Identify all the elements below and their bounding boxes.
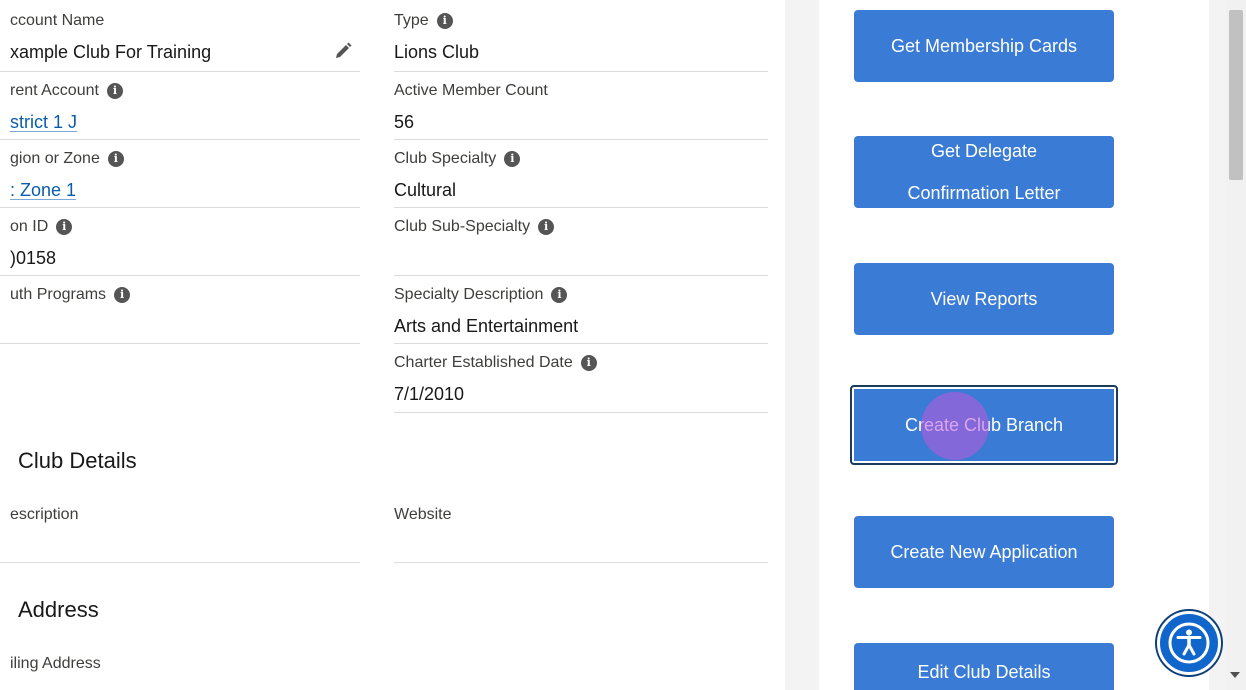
accessibility-button[interactable]: [1157, 611, 1221, 675]
info-icon[interactable]: i: [107, 151, 124, 167]
field-type: Type i Lions Club: [394, 0, 768, 72]
label-region-zone: gion or Zone i: [10, 150, 124, 168]
field-lion-id: on ID i )0158: [0, 208, 360, 276]
field-club-sub-specialty: Club Sub-Specialty i: [394, 208, 768, 276]
label-mailing-address: iling Address: [10, 655, 101, 672]
info-icon[interactable]: i: [538, 219, 555, 235]
field-website: Website: [394, 496, 768, 563]
scrollbar-thumb[interactable]: [1229, 10, 1243, 180]
field-charter-date: Charter Established Date i 7/1/2010: [394, 344, 768, 413]
info-icon[interactable]: i: [114, 287, 131, 303]
label-club-sub-specialty: Club Sub-Specialty i: [394, 218, 555, 236]
label-charter-date: Charter Established Date i: [394, 354, 597, 372]
label-account-name: ccount Name: [10, 12, 105, 29]
field-region-zone: gion or Zone i : Zone 1: [0, 140, 360, 208]
label-parent-account: rent Account i: [10, 82, 123, 100]
label-club-specialty: Club Specialty i: [394, 150, 521, 168]
field-mailing-address: iling Address: [0, 645, 360, 690]
panel-divider: [785, 0, 819, 690]
label-lion-id: on ID i: [10, 218, 73, 236]
field-account-name: ccount Name xample Club For Training: [0, 0, 360, 72]
info-icon[interactable]: i: [504, 151, 521, 167]
field-parent-account: rent Account i strict 1 J: [0, 72, 360, 140]
info-icon[interactable]: i: [436, 13, 453, 29]
section-title-club-details[interactable]: Club Details: [18, 448, 137, 474]
scroll-down-arrow-icon[interactable]: [1230, 672, 1240, 678]
info-icon[interactable]: i: [551, 287, 568, 303]
pencil-icon[interactable]: [334, 42, 352, 60]
value-active-member-count: 56: [394, 112, 415, 132]
field-specialty-description: Specialty Description i Arts and Entertai…: [394, 276, 768, 344]
link-parent-account[interactable]: strict 1 J: [10, 112, 77, 133]
label-active-member-count: Active Member Count: [394, 82, 548, 99]
edit-club-details-button[interactable]: Edit Club Details: [854, 643, 1114, 690]
value-specialty-description: Arts and Entertainment: [394, 316, 579, 336]
label-youth-programs: uth Programs i: [10, 286, 131, 304]
info-icon[interactable]: i: [106, 83, 123, 99]
info-icon[interactable]: i: [56, 219, 73, 235]
get-membership-cards-button[interactable]: Get Membership Cards: [854, 10, 1114, 82]
record-details-panel: ccount Name xample Club For Training ren…: [0, 0, 785, 690]
value-type: Lions Club: [394, 42, 480, 62]
label-specialty-description: Specialty Description i: [394, 286, 568, 304]
field-club-specialty: Club Specialty i Cultural: [394, 140, 768, 208]
value-charter-date: 7/1/2010: [394, 384, 465, 404]
label-website: Website: [394, 506, 452, 523]
field-description: escription: [0, 496, 360, 563]
value-lion-id: )0158: [10, 248, 57, 268]
panel-gutter: [1209, 0, 1226, 690]
accessibility-icon: [1168, 622, 1210, 664]
section-title-address[interactable]: Address: [18, 597, 99, 623]
info-icon[interactable]: i: [580, 355, 597, 371]
field-active-member-count: Active Member Count 56: [394, 72, 768, 140]
view-reports-button[interactable]: View Reports: [854, 263, 1114, 335]
value-account-name: xample Club For Training: [10, 42, 212, 62]
create-new-application-button[interactable]: Create New Application: [854, 516, 1114, 588]
get-delegate-confirmation-letter-button[interactable]: Get Delegate Confirmation Letter: [854, 136, 1114, 208]
field-youth-programs: uth Programs i: [0, 276, 360, 344]
label-description: escription: [10, 506, 79, 523]
value-club-specialty: Cultural: [394, 180, 457, 200]
label-type: Type i: [394, 12, 453, 30]
link-region-zone[interactable]: : Zone 1: [10, 180, 76, 201]
create-club-branch-button[interactable]: Create Club Branch: [850, 385, 1118, 465]
